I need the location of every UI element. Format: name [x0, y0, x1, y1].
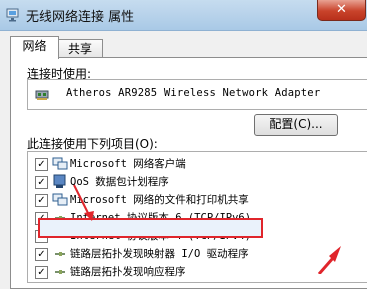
checkbox[interactable]: ✓: [35, 176, 48, 189]
item-label: Microsoft 网络客户端: [70, 158, 186, 170]
checkbox[interactable]: ✓: [35, 158, 48, 171]
arrow-annotation-icon: [317, 246, 341, 274]
close-button[interactable]: ✕: [317, 0, 366, 21]
tab-network-label: 网络: [22, 39, 47, 53]
arrow-annotation-icon: [73, 184, 94, 221]
network-window-icon: [6, 8, 19, 22]
item-label: 链路层拓扑发现映射器 I/O 驱动程序: [70, 248, 249, 260]
window-title: 无线网络连接 属性: [26, 10, 135, 25]
adapter-box: Atheros AR9285 Wireless Network Adapter: [27, 79, 367, 110]
adapter-name: Atheros AR9285 Wireless Network Adapter: [66, 87, 321, 99]
protocol-icon: [55, 252, 65, 256]
close-icon: ✕: [336, 2, 347, 17]
network-adapter-icon: [35, 90, 49, 100]
list-item[interactable]: ✓ Microsoft 网络客户端: [28, 155, 367, 172]
network-client-icon: [52, 157, 68, 170]
title-bar: 无线网络连接 属性 ✕: [0, 0, 367, 31]
file-share-icon: [52, 193, 68, 206]
checkbox[interactable]: ✓: [35, 194, 48, 207]
tab-sharing-label: 共享: [67, 42, 92, 56]
item-label: 链路层拓扑发现响应程序: [70, 266, 186, 278]
configure-button[interactable]: 配置(C)...: [254, 114, 338, 136]
checkbox[interactable]: ✓: [35, 266, 48, 279]
tab-network[interactable]: 网络: [10, 36, 59, 59]
qos-icon: [53, 174, 66, 188]
checkbox[interactable]: ✓: [35, 248, 48, 261]
protocol-icon: [55, 270, 65, 274]
items-label: 此连接使用下列项目(O):: [27, 137, 158, 151]
